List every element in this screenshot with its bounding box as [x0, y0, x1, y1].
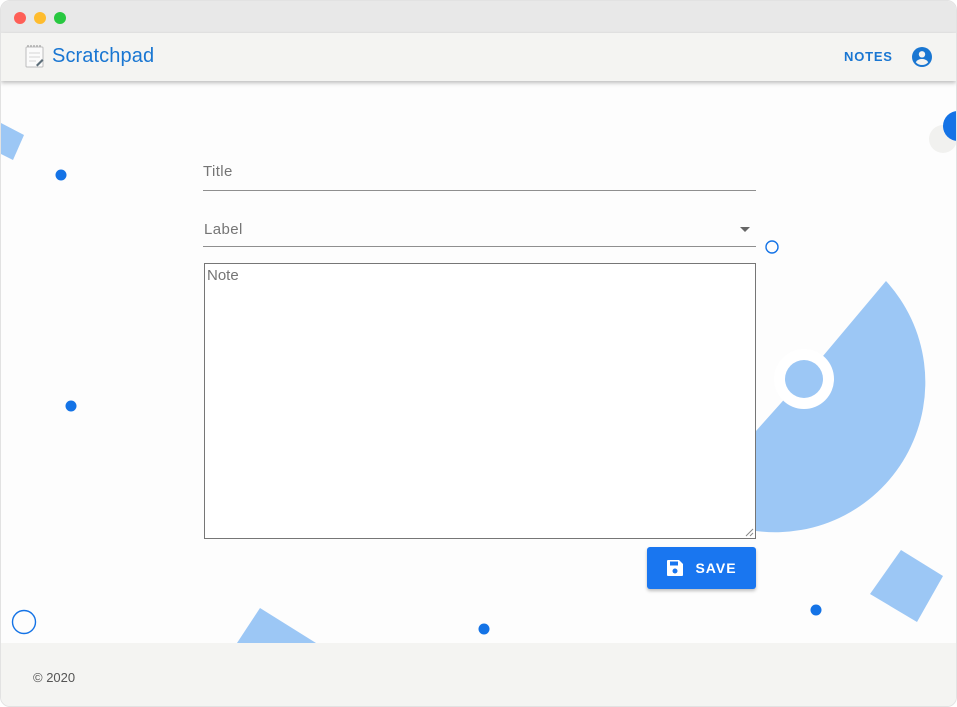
app-title: Scratchpad: [52, 44, 155, 67]
close-window-button[interactable]: [14, 12, 26, 24]
brand[interactable]: Scratchpad: [25, 44, 154, 68]
note-textarea[interactable]: [204, 263, 756, 539]
floppy-disk-icon: [667, 560, 684, 576]
window-titlebar: [1, 1, 956, 33]
title-field[interactable]: [203, 163, 756, 191]
title-input[interactable]: [203, 163, 756, 180]
nav-notes-link[interactable]: NOTES: [844, 49, 893, 64]
dropdown-arrow-icon[interactable]: [740, 227, 750, 232]
notepad-icon: [25, 45, 44, 68]
app-window: Scratchpad NOTES Title Label Note SAVE ©…: [0, 0, 957, 707]
app-bar: Scratchpad NOTES: [1, 33, 956, 81]
account-circle-icon[interactable]: [910, 45, 934, 69]
save-button-label: SAVE: [695, 560, 737, 576]
minimize-window-button[interactable]: [34, 12, 46, 24]
save-button[interactable]: SAVE: [647, 547, 756, 589]
resize-grip-icon[interactable]: [745, 528, 754, 537]
maximize-window-button[interactable]: [54, 12, 66, 24]
label-select-placeholder: Label: [204, 221, 243, 238]
copyright-text: © 2020: [33, 670, 76, 685]
footer: © 2020: [1, 643, 956, 706]
label-select[interactable]: Label: [203, 219, 756, 247]
main-content: Label SAVE: [1, 81, 956, 643]
